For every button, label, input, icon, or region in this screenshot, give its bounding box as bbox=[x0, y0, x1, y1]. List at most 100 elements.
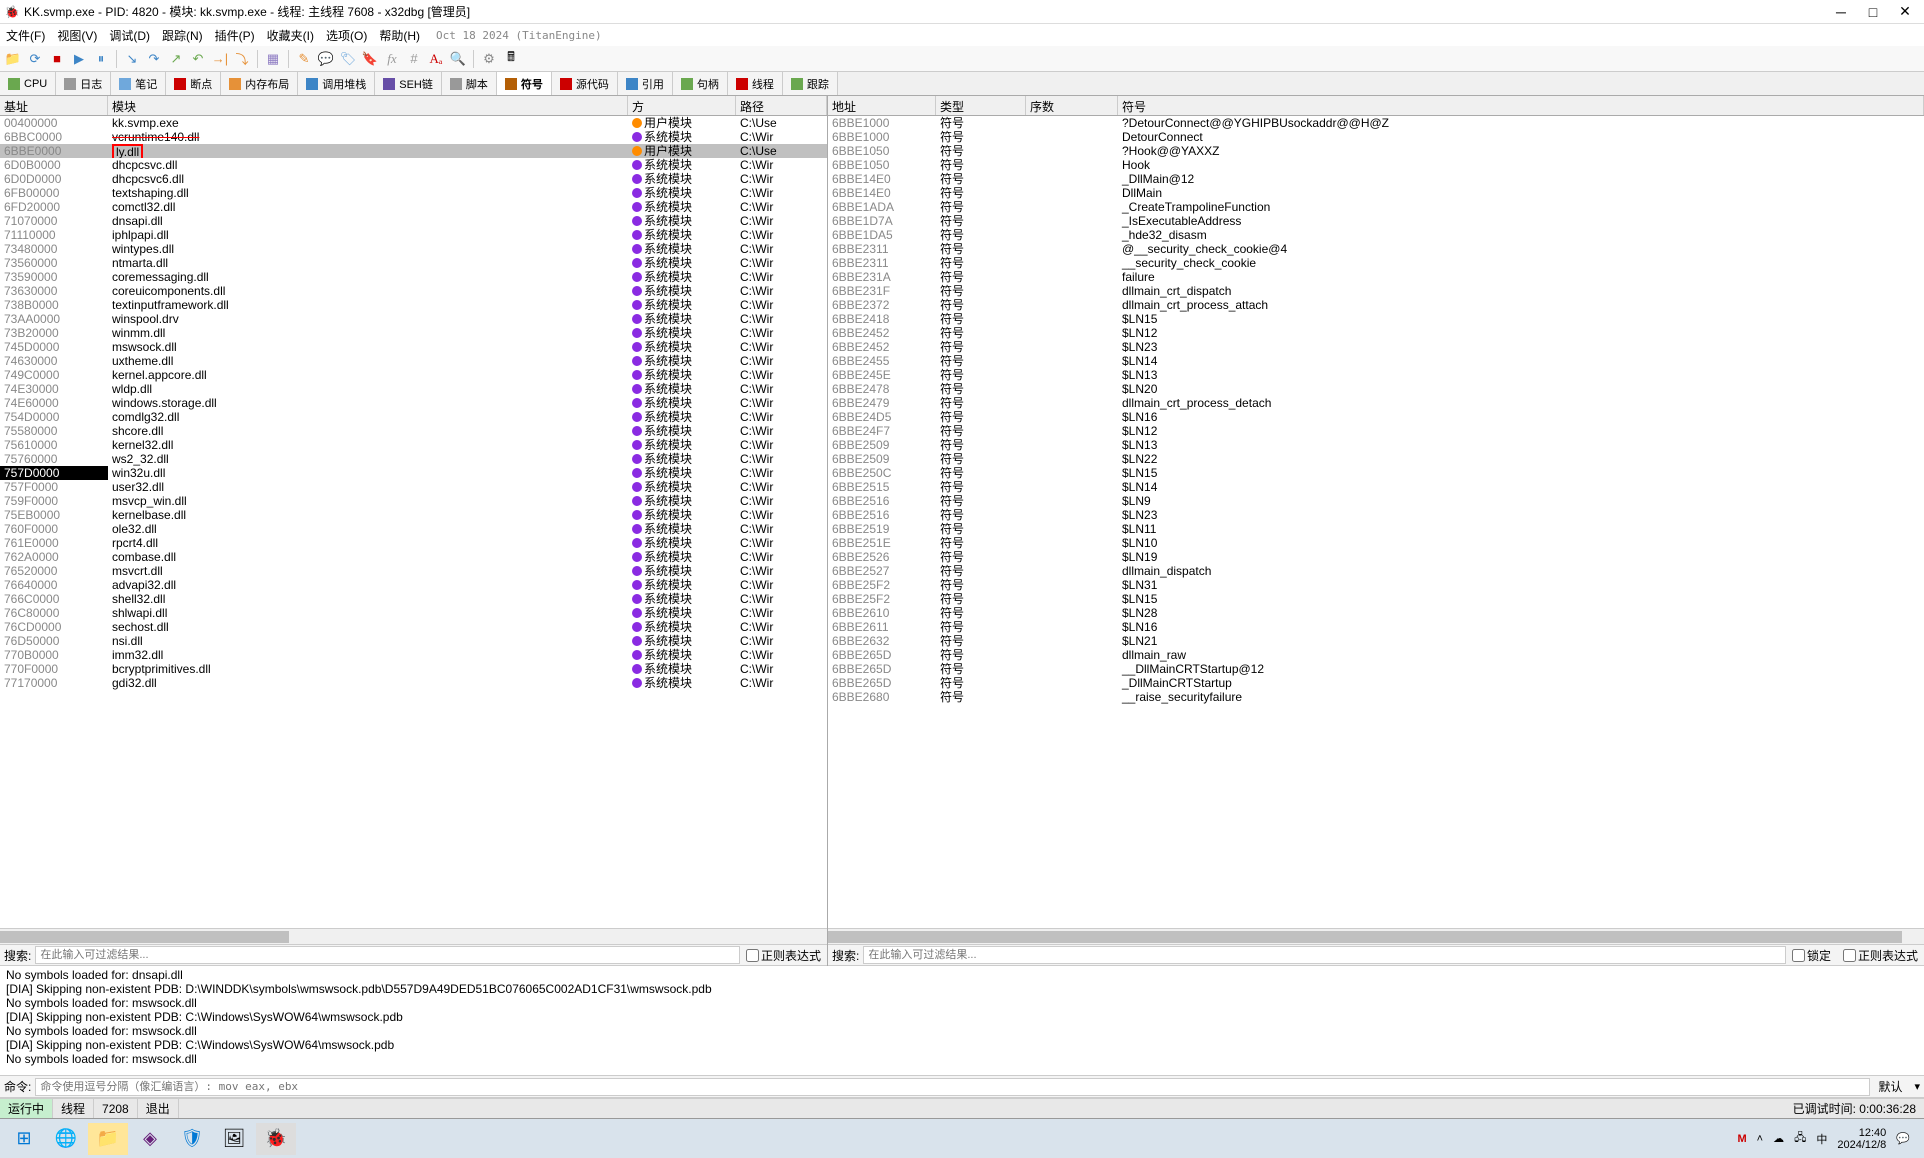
vs-icon[interactable]: ◈ bbox=[130, 1123, 170, 1155]
module-row[interactable]: 754D0000comdlg32.dll系统模块C:\Wir bbox=[0, 410, 827, 424]
edge-icon[interactable]: 🌐 bbox=[46, 1123, 86, 1155]
close-button[interactable]: ✕ bbox=[1898, 5, 1912, 19]
app1-icon[interactable]: 🖼 bbox=[214, 1123, 254, 1155]
restart-icon[interactable]: ⟳ bbox=[26, 50, 44, 68]
menu-item[interactable]: 插件(P) bbox=[215, 27, 255, 44]
comments-icon[interactable]: 💬 bbox=[317, 50, 335, 68]
module-row[interactable]: 757F0000user32.dll系统模块C:\Wir bbox=[0, 480, 827, 494]
symbols-grid[interactable]: 6BBE1000符号?DetourConnect@@YGHIPBUsockadd… bbox=[828, 116, 1924, 928]
symbol-row[interactable]: 6BBE1000符号?DetourConnect@@YGHIPBUsockadd… bbox=[828, 116, 1924, 130]
labels-icon[interactable]: 🏷 bbox=[339, 50, 357, 68]
tab-SEH链[interactable]: SEH链 bbox=[375, 72, 442, 95]
minimize-button[interactable]: ─ bbox=[1834, 5, 1848, 19]
menu-item[interactable]: 选项(O) bbox=[326, 27, 367, 44]
module-row[interactable]: 76CD0000sechost.dll系统模块C:\Wir bbox=[0, 620, 827, 634]
module-row[interactable]: 76640000advapi32.dll系统模块C:\Wir bbox=[0, 578, 827, 592]
runto-icon[interactable]: →| bbox=[211, 50, 229, 68]
symbol-row[interactable]: 6BBE2516符号$LN9 bbox=[828, 494, 1924, 508]
symbol-row[interactable]: 6BBE265D符号dllmain_raw bbox=[828, 648, 1924, 662]
explorer-icon[interactable]: 📁 bbox=[88, 1123, 128, 1155]
maximize-button[interactable]: □ bbox=[1866, 5, 1880, 19]
module-row[interactable]: 74E60000windows.storage.dll系统模块C:\Wir bbox=[0, 396, 827, 410]
skip-icon[interactable]: ⤵ bbox=[233, 50, 251, 68]
hscrollbar[interactable] bbox=[828, 928, 1924, 944]
tab-句柄[interactable]: 句柄 bbox=[673, 72, 728, 95]
tray-network-icon[interactable]: 🖧 bbox=[1794, 1129, 1806, 1148]
col-base-header[interactable]: 基址 bbox=[0, 96, 108, 115]
module-row[interactable]: 71110000iphlpapi.dll系统模块C:\Wir bbox=[0, 228, 827, 242]
module-row[interactable]: 73590000coremessaging.dll系统模块C:\Wir bbox=[0, 270, 827, 284]
calc-icon[interactable]: 🖩 bbox=[502, 50, 520, 68]
symbol-row[interactable]: 6BBE2610符号$LN28 bbox=[828, 606, 1924, 620]
symbol-row[interactable]: 6BBE2611符号$LN16 bbox=[828, 620, 1924, 634]
module-row[interactable]: 6BBE0000ly.dll用户模块C:\Use bbox=[0, 144, 827, 158]
symbol-row[interactable]: 6BBE2680符号__raise_securityfailure bbox=[828, 690, 1924, 704]
tab-脚本[interactable]: 脚本 bbox=[442, 72, 497, 95]
symbol-row[interactable]: 6BBE2509符号$LN13 bbox=[828, 438, 1924, 452]
symbol-row[interactable]: 6BBE14E0符号_DllMain@12 bbox=[828, 172, 1924, 186]
module-row[interactable]: 770F0000bcryptprimitives.dll系统模块C:\Wir bbox=[0, 662, 827, 676]
lock-checkbox[interactable]: 锁定 bbox=[1786, 947, 1837, 964]
symbol-row[interactable]: 6BBE2527符号dllmain_dispatch bbox=[828, 564, 1924, 578]
col-path-header[interactable]: 路径 bbox=[736, 96, 827, 115]
tab-跟踪[interactable]: 跟踪 bbox=[783, 72, 838, 95]
modules-grid[interactable]: 00400000kk.svmp.exe用户模块C:\Use6BBC0000vcr… bbox=[0, 116, 827, 928]
module-row[interactable]: 6FD20000comctl32.dll系统模块C:\Wir bbox=[0, 200, 827, 214]
tab-调用堆栈[interactable]: 调用堆栈 bbox=[298, 72, 375, 95]
hash-icon[interactable]: # bbox=[405, 50, 423, 68]
symbol-row[interactable]: 6BBE2452符号$LN23 bbox=[828, 340, 1924, 354]
module-row[interactable]: 766C0000shell32.dll系统模块C:\Wir bbox=[0, 592, 827, 606]
module-row[interactable]: 738B0000textinputframework.dll系统模块C:\Wir bbox=[0, 298, 827, 312]
symbol-row[interactable]: 6BBE2478符号$LN20 bbox=[828, 382, 1924, 396]
symbol-row[interactable]: 6BBE1000符号DetourConnect bbox=[828, 130, 1924, 144]
symbol-row[interactable]: 6BBE245E符号$LN13 bbox=[828, 368, 1924, 382]
module-row[interactable]: 745D0000mswsock.dll系统模块C:\Wir bbox=[0, 340, 827, 354]
symbol-row[interactable]: 6BBE250C符号$LN15 bbox=[828, 466, 1924, 480]
col-addr-header[interactable]: 地址 bbox=[828, 96, 936, 115]
symbol-row[interactable]: 6BBE2509符号$LN22 bbox=[828, 452, 1924, 466]
symbol-row[interactable]: 6BBE14E0符号DllMain bbox=[828, 186, 1924, 200]
module-row[interactable]: 6D0B0000dhcpcsvc.dll系统模块C:\Wir bbox=[0, 158, 827, 172]
module-row[interactable]: 73630000coreuicomponents.dll系统模块C:\Wir bbox=[0, 284, 827, 298]
module-row[interactable]: 76D50000nsi.dll系统模块C:\Wir bbox=[0, 634, 827, 648]
symbol-row[interactable]: 6BBE2372符号dllmain_crt_process_attach bbox=[828, 298, 1924, 312]
tray-up-icon[interactable]: ˄ bbox=[1757, 1133, 1763, 1145]
symbol-row[interactable]: 6BBE1ADA符号_CreateTrampolineFunction bbox=[828, 200, 1924, 214]
module-row[interactable]: 749C0000kernel.appcore.dll系统模块C:\Wir bbox=[0, 368, 827, 382]
module-row[interactable]: 73B20000winmm.dll系统模块C:\Wir bbox=[0, 326, 827, 340]
module-row[interactable]: 75580000shcore.dll系统模块C:\Wir bbox=[0, 424, 827, 438]
menu-item[interactable]: 调试(D) bbox=[109, 27, 150, 44]
regex-checkbox[interactable]: 正则表达式 bbox=[740, 947, 827, 964]
symbol-row[interactable]: 6BBE24F7符号$LN12 bbox=[828, 424, 1924, 438]
dropdown-icon[interactable]: ▾ bbox=[1910, 1080, 1924, 1093]
module-row[interactable]: 71070000dnsapi.dll系统模块C:\Wir bbox=[0, 214, 827, 228]
symbol-row[interactable]: 6BBE2311符号__security_check_cookie bbox=[828, 256, 1924, 270]
command-input[interactable] bbox=[35, 1078, 1870, 1096]
settings-icon[interactable]: ⚙ bbox=[480, 50, 498, 68]
symbol-row[interactable]: 6BBE2632符号$LN21 bbox=[828, 634, 1924, 648]
module-row[interactable]: 6FB00000textshaping.dll系统模块C:\Wir bbox=[0, 186, 827, 200]
module-row[interactable]: 762A0000combase.dll系统模块C:\Wir bbox=[0, 550, 827, 564]
col-module-header[interactable]: 模块 bbox=[108, 96, 628, 115]
font-icon[interactable]: Aₐ bbox=[427, 50, 445, 68]
module-row[interactable]: 760F0000ole32.dll系统模块C:\Wir bbox=[0, 522, 827, 536]
symbol-row[interactable]: 6BBE2479符号dllmain_crt_process_detach bbox=[828, 396, 1924, 410]
symbol-row[interactable]: 6BBE2516符号$LN23 bbox=[828, 508, 1924, 522]
module-row[interactable]: 73480000wintypes.dll系统模块C:\Wir bbox=[0, 242, 827, 256]
symbol-row[interactable]: 6BBE2452符号$LN12 bbox=[828, 326, 1924, 340]
symbols-search-input[interactable] bbox=[863, 946, 1786, 964]
tab-引用[interactable]: 引用 bbox=[618, 72, 673, 95]
symbol-row[interactable]: 6BBE265D符号__DllMainCRTStartup@12 bbox=[828, 662, 1924, 676]
tray-ime-icon[interactable]: 中 bbox=[1816, 1131, 1827, 1147]
symbol-row[interactable]: 6BBE231F符号dllmain_crt_dispatch bbox=[828, 284, 1924, 298]
tray-cloud-icon[interactable]: ☁ bbox=[1773, 1132, 1784, 1145]
stepback-icon[interactable]: ↶ bbox=[189, 50, 207, 68]
symbol-row[interactable]: 6BBE2455符号$LN14 bbox=[828, 354, 1924, 368]
tab-内存布局[interactable]: 内存布局 bbox=[221, 72, 298, 95]
pause-icon[interactable]: ⏸ bbox=[92, 50, 110, 68]
tab-笔记[interactable]: 笔记 bbox=[111, 72, 166, 95]
stepover-icon[interactable]: ↷ bbox=[145, 50, 163, 68]
run-icon[interactable]: ▶ bbox=[70, 50, 88, 68]
modules-search-input[interactable] bbox=[35, 946, 740, 964]
module-row[interactable]: 73560000ntmarta.dll系统模块C:\Wir bbox=[0, 256, 827, 270]
